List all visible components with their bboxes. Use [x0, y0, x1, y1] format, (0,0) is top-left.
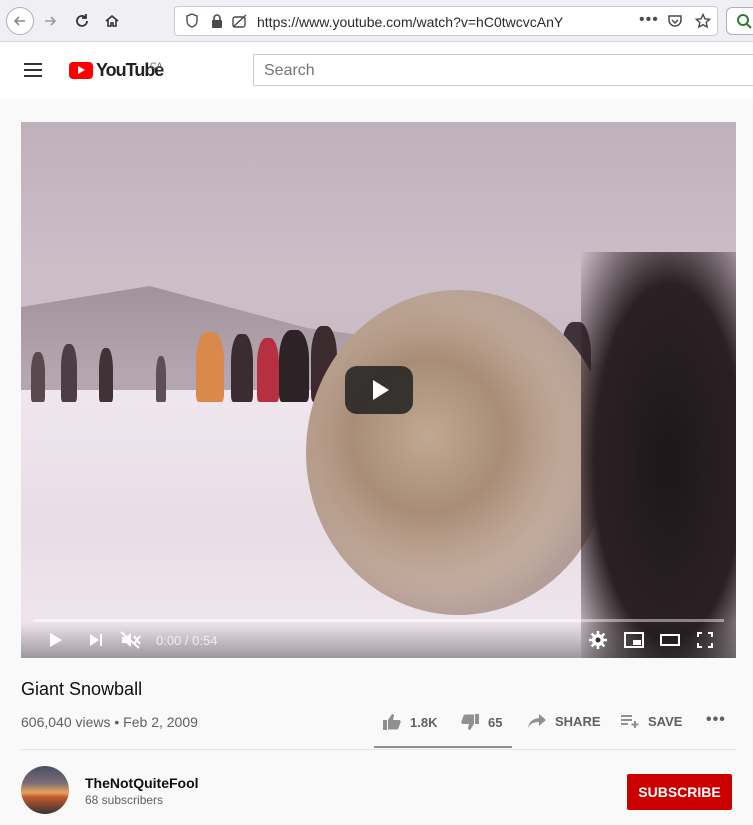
like-count: 1.8K — [410, 714, 438, 730]
reload-icon — [76, 14, 88, 27]
large-play-button[interactable] — [345, 366, 413, 414]
extension-button[interactable] — [726, 7, 753, 35]
video-title: Giant Snowball — [21, 679, 143, 699]
theater-mode-icon[interactable] — [659, 630, 681, 650]
like-button[interactable]: 1.8K — [382, 713, 437, 731]
muted-volume-icon[interactable] — [119, 630, 143, 650]
home-icon — [105, 14, 119, 27]
more-actions-icon[interactable]: ••• — [706, 711, 726, 729]
search-input[interactable] — [264, 62, 744, 80]
back-arrow-icon — [13, 16, 25, 26]
thumbs-down-icon — [461, 714, 479, 730]
subscribe-button[interactable]: SUBSCRIBE — [627, 774, 732, 810]
more-icon[interactable]: ••• — [639, 11, 659, 29]
back-button[interactable] — [6, 7, 34, 35]
thumbs-up-icon — [383, 714, 401, 730]
player-controls: 0:00 / 0:54 — [21, 622, 736, 658]
settings-gear-icon[interactable] — [588, 630, 608, 650]
pocket-icon[interactable] — [667, 13, 683, 32]
dislike-count: 65 — [488, 714, 503, 730]
subscriber-count: 68 subscribers — [85, 793, 164, 807]
dislike-button[interactable]: 65 — [460, 713, 502, 731]
star-icon[interactable] — [694, 12, 712, 32]
miniplayer-icon[interactable] — [623, 630, 645, 650]
home-button[interactable] — [98, 7, 126, 35]
share-arrow-icon — [528, 714, 546, 728]
video-frame-foreground-figure — [581, 252, 736, 658]
reload-button[interactable] — [68, 7, 96, 35]
forward-arrow-icon — [45, 16, 57, 26]
channel-name[interactable]: TheNotQuiteFool — [85, 775, 199, 791]
video-player[interactable]: 0:00 / 0:54 — [21, 122, 736, 658]
youtube-play-logo-icon — [69, 61, 93, 79]
divider — [21, 749, 736, 750]
lock-icon[interactable] — [211, 13, 223, 32]
browser-toolbar: https://www.youtube.com/watch?v=hC0twcvc… — [0, 0, 753, 42]
channel-avatar[interactable] — [21, 766, 69, 814]
search-extension-icon — [737, 14, 752, 29]
permissions-icon[interactable] — [231, 13, 249, 32]
forward-button[interactable] — [36, 7, 64, 35]
video-view-count-date: 606,040 views • Feb 2, 2009 — [21, 714, 198, 730]
save-button[interactable]: SAVE — [620, 713, 682, 729]
video-frame-snowball — [306, 290, 611, 615]
share-label: SHARE — [555, 713, 601, 729]
logo-region-label: CA — [150, 61, 163, 71]
url-bar[interactable]: https://www.youtube.com/watch?v=hC0twcvc… — [174, 6, 718, 36]
next-icon[interactable] — [87, 630, 105, 650]
search-box[interactable] — [253, 54, 753, 86]
hamburger-menu-icon[interactable] — [24, 63, 42, 77]
save-label: SAVE — [648, 713, 683, 729]
add-to-playlist-icon — [621, 715, 639, 728]
play-icon[interactable] — [47, 630, 65, 650]
share-button[interactable]: SHARE — [527, 713, 601, 729]
like-dislike-ratio-bar — [374, 746, 512, 748]
shield-icon[interactable] — [185, 13, 199, 32]
time-display: 0:00 / 0:54 — [156, 633, 218, 648]
fullscreen-icon[interactable] — [695, 630, 715, 650]
url-text[interactable]: https://www.youtube.com/watch?v=hC0twcvc… — [257, 14, 563, 30]
youtube-header: YouTube — [0, 42, 753, 98]
